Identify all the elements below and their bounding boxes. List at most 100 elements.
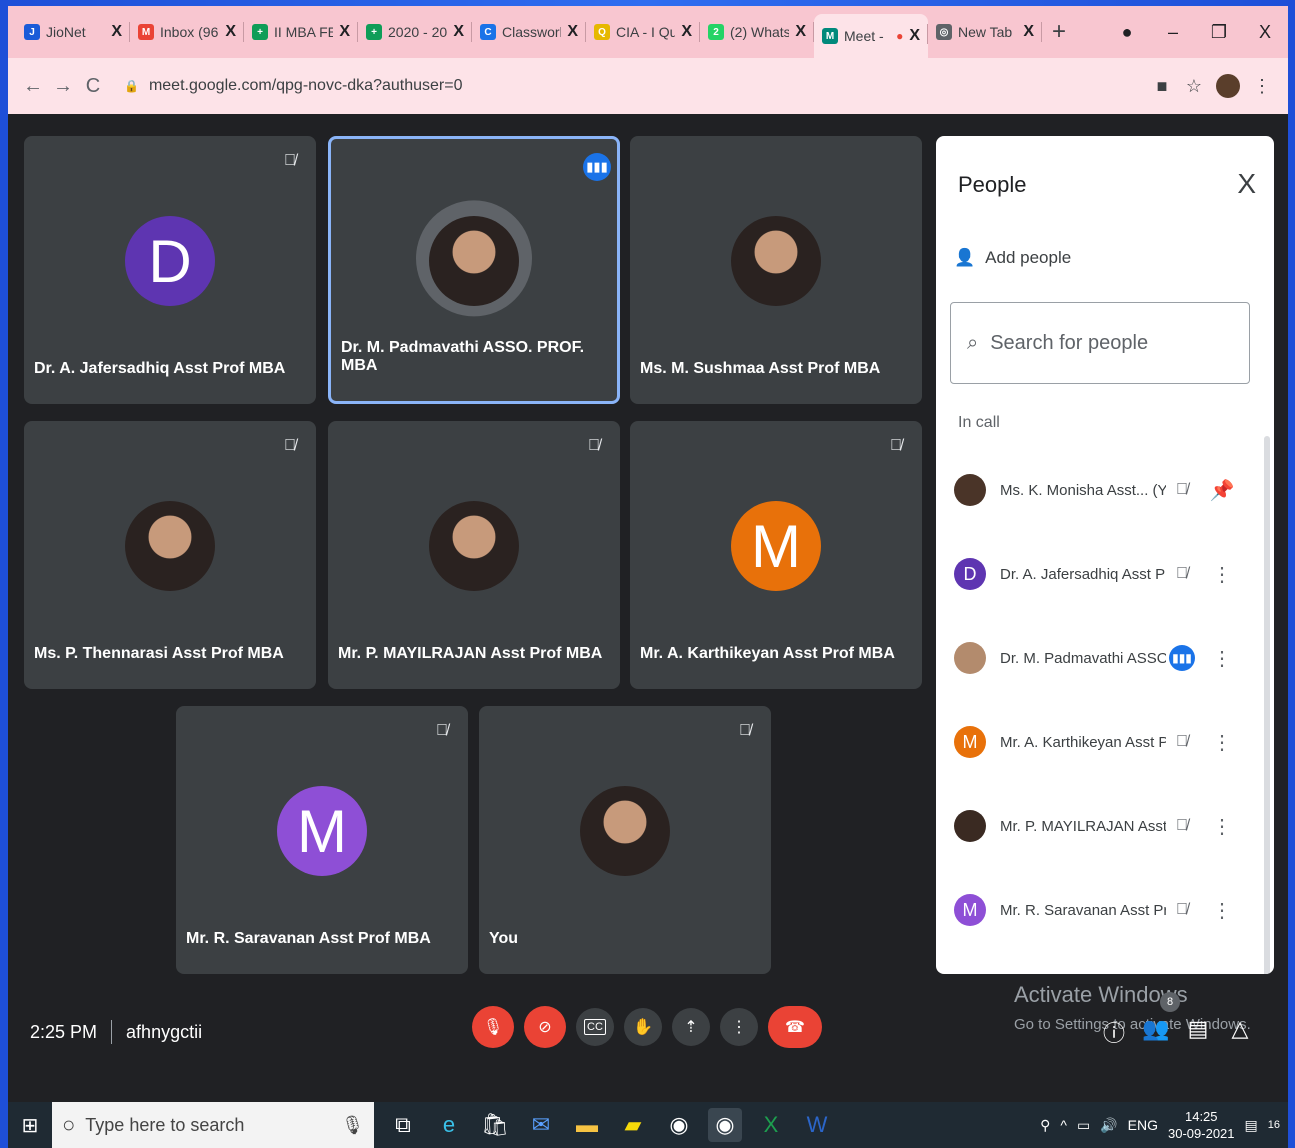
captions-icon: CC: [584, 1019, 606, 1035]
language-indicator[interactable]: ENG: [1128, 1117, 1158, 1133]
windows-start-icon[interactable]: ⊞: [8, 1113, 52, 1138]
tab-close-icon[interactable]: X: [909, 27, 920, 45]
more-vert-icon[interactable]: ⋮: [1198, 814, 1246, 839]
participant-tile[interactable]: Ms. P. Thennarasi Asst Prof MBA 🎙̸: [24, 421, 316, 689]
tab-close-icon[interactable]: X: [1023, 23, 1034, 41]
taskbar-search[interactable]: ○ Type here to search 🎙: [52, 1102, 374, 1148]
tab-close-icon[interactable]: X: [795, 23, 806, 41]
captions-button[interactable]: CC: [576, 1008, 614, 1046]
meeting-code[interactable]: afhnygctii: [126, 1022, 202, 1043]
people-icon[interactable]: 👥: [1142, 1016, 1170, 1048]
tab-title: Inbox (965: [160, 24, 219, 40]
taskbar-mic-icon[interactable]: 🎙: [341, 1115, 364, 1136]
browser-tab[interactable]: Q CIA - I Qui X: [586, 12, 700, 52]
word-icon[interactable]: W: [800, 1108, 834, 1142]
chrome-icon[interactable]: ◉: [662, 1108, 696, 1142]
participant-tile[interactable]: M Mr. R. Saravanan Asst Prof MBA 🎙̸: [176, 706, 468, 974]
browser-tab[interactable]: M Meet - ● X: [814, 14, 928, 58]
notification-count: 16: [1267, 1119, 1280, 1131]
more-vert-icon[interactable]: ⋮: [1198, 898, 1246, 923]
tab-close-icon[interactable]: X: [567, 23, 578, 41]
tab-title: Classwork: [502, 24, 562, 40]
close-panel-icon[interactable]: X: [1237, 168, 1256, 200]
leave-call-button[interactable]: ☎: [768, 1006, 822, 1048]
star-icon[interactable]: ☆: [1178, 76, 1210, 97]
camera-icon[interactable]: ■: [1146, 76, 1178, 97]
camera-toggle-button[interactable]: ⊘: [524, 1006, 566, 1048]
mic-toggle-button[interactable]: 🎙: [472, 1006, 514, 1048]
tab-close-icon[interactable]: X: [225, 23, 236, 41]
browser-tab[interactable]: C Classwork X: [472, 12, 586, 52]
tray-chevron-icon[interactable]: ^: [1060, 1117, 1067, 1133]
restore-button[interactable]: ❐: [1196, 22, 1242, 43]
tab-close-icon[interactable]: X: [111, 23, 122, 41]
participant-photo: [580, 786, 670, 876]
chrome-active-icon[interactable]: ◉: [708, 1108, 742, 1142]
new-tab-button[interactable]: +: [1042, 18, 1076, 46]
search-placeholder: Search for people: [990, 331, 1149, 354]
more-vert-icon[interactable]: ⋮: [1198, 562, 1246, 587]
present-button[interactable]: ⇡: [672, 1008, 710, 1046]
reload-icon[interactable]: C: [78, 75, 108, 98]
browser-tab[interactable]: J JioNet X: [16, 12, 130, 52]
participant-row[interactable]: M Mr. A. Karthikeyan Asst Pr... 🎙̸ ⋮: [954, 716, 1250, 768]
close-window-button[interactable]: X: [1242, 22, 1288, 43]
participant-name: Dr. A. Jafersadhiq Asst Pr...: [1000, 565, 1166, 583]
browser-tab[interactable]: + II MBA FEE X: [244, 12, 358, 52]
tab-strip: JJioNetXMInbox (965X+II MBA FEEX+2020 - …: [8, 6, 1288, 58]
activities-icon[interactable]: △: [1226, 1016, 1254, 1048]
search-people-input[interactable]: ⌕ Search for people: [950, 302, 1250, 384]
browser-tab[interactable]: ◎ New Tab X: [928, 12, 1042, 52]
chat-icon[interactable]: ▤: [1184, 1016, 1212, 1048]
participant-tile[interactable]: Mr. P. MAYILRAJAN Asst Prof MBA 🎙̸: [328, 421, 620, 689]
notifications-icon[interactable]: ▤: [1245, 1117, 1258, 1134]
participant-row[interactable]: M Mr. R. Saravanan Asst Pro... 🎙̸ ⋮: [954, 884, 1250, 936]
participant-tile[interactable]: D Dr. A. Jafersadhiq Asst Prof MBA 🎙̸: [24, 136, 316, 404]
tab-favicon-icon: +: [252, 24, 268, 40]
meeting-info: 2:25 PM afhnygctii: [30, 1020, 202, 1044]
network-icon[interactable]: ▭: [1077, 1117, 1090, 1134]
edge-icon[interactable]: e: [432, 1108, 466, 1142]
task-view-icon[interactable]: ⧉: [386, 1108, 420, 1142]
profile-menu-icon[interactable]: ●: [1104, 22, 1150, 43]
volume-icon[interactable]: 🔊: [1100, 1117, 1117, 1134]
participant-tile[interactable]: Dr. M. Padmavathi ASSO. PROF. MBA ▮▮▮: [328, 136, 620, 404]
participant-tile[interactable]: M Mr. A. Karthikeyan Asst Prof MBA 🎙̸: [630, 421, 922, 689]
participant-name: Mr. R. Saravanan Asst Pro...: [1000, 901, 1166, 919]
tab-close-icon[interactable]: X: [681, 23, 692, 41]
store-icon[interactable]: 🛍: [478, 1108, 512, 1142]
participant-row[interactable]: Mr. P. MAYILRAJAN Asst P... 🎙̸ ⋮: [954, 800, 1250, 852]
more-vert-icon[interactable]: ⋮: [1198, 646, 1246, 671]
taskbar-clock[interactable]: 14:25 30-09-2021: [1168, 1108, 1235, 1142]
tab-favicon-icon: J: [24, 24, 40, 40]
raise-hand-button[interactable]: ✋: [624, 1008, 662, 1046]
more-vert-icon[interactable]: ⋮: [1198, 730, 1246, 755]
speaking-indicator-icon: ▮▮▮: [1169, 645, 1195, 671]
file-explorer-icon[interactable]: ▬: [570, 1108, 604, 1142]
pin-icon[interactable]: 📌: [1198, 478, 1246, 503]
back-icon[interactable]: ←: [18, 75, 48, 98]
menu-icon[interactable]: ⋮: [1246, 76, 1278, 97]
forward-icon[interactable]: →: [48, 75, 78, 98]
tab-close-icon[interactable]: X: [339, 23, 350, 41]
people-tray-icon[interactable]: ⚲: [1040, 1117, 1050, 1134]
participant-row[interactable]: Ms. K. Monisha Asst... (You) 🎙̸ 📌: [954, 464, 1250, 516]
sticky-notes-icon[interactable]: ▰: [616, 1108, 650, 1142]
info-icon[interactable]: ⓘ: [1100, 1016, 1128, 1048]
panel-scrollbar[interactable]: [1264, 436, 1270, 974]
more-options-button[interactable]: ⋮: [720, 1008, 758, 1046]
participant-tile[interactable]: Ms. M. Sushmaa Asst Prof MBA: [630, 136, 922, 404]
add-people-button[interactable]: 👤 Add people: [954, 248, 1071, 268]
browser-tab[interactable]: 2 (2) Whats X: [700, 12, 814, 52]
browser-tab[interactable]: +2020 - 202 X: [358, 12, 472, 52]
address-bar[interactable]: 🔒 meet.google.com/qpg-novc-dka?authuser=…: [118, 68, 1132, 104]
tab-close-icon[interactable]: X: [453, 23, 464, 41]
excel-icon[interactable]: X: [754, 1108, 788, 1142]
participant-row[interactable]: Dr. M. Padmavathi ASSO. ...▮▮▮⋮: [954, 632, 1250, 684]
participant-tile[interactable]: You 🎙̸: [479, 706, 771, 974]
mail-icon[interactable]: ✉: [524, 1108, 558, 1142]
browser-tab[interactable]: M Inbox (965 X: [130, 12, 244, 52]
participant-row[interactable]: D Dr. A. Jafersadhiq Asst Pr... 🎙̸ ⋮: [954, 548, 1250, 600]
profile-avatar[interactable]: [1216, 74, 1240, 98]
minimize-button[interactable]: –: [1150, 22, 1196, 43]
